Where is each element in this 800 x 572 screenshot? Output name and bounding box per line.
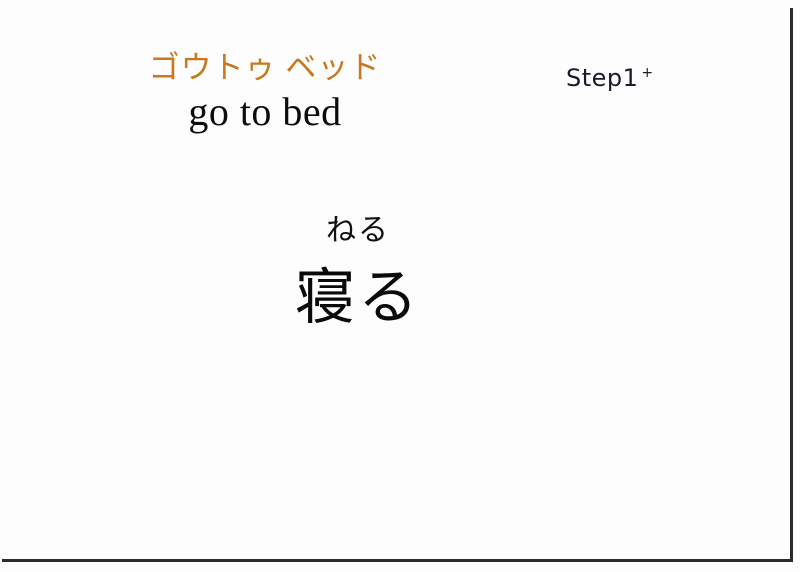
phrase-katakana: ゴウトゥ ベッド <box>148 50 382 85</box>
vocabulary-block: ねる 寝る <box>248 213 468 331</box>
page-edge-right <box>790 8 793 562</box>
step-label: Step1 + <box>566 66 654 90</box>
phrase-english: go to bed <box>188 89 342 134</box>
vocabulary-furigana: ねる <box>326 213 390 248</box>
step-label-superscript: + <box>641 65 654 81</box>
phrase-block: ゴウトゥ ベッド go to bed <box>120 52 410 132</box>
step-label-text: Step1 <box>566 64 639 92</box>
vocabulary-kanji: 寝る <box>295 265 421 331</box>
flashcard-page: ゴウトゥ ベッド go to bed Step1 + ねる 寝る <box>0 0 800 572</box>
page-edge-bottom <box>2 559 793 562</box>
